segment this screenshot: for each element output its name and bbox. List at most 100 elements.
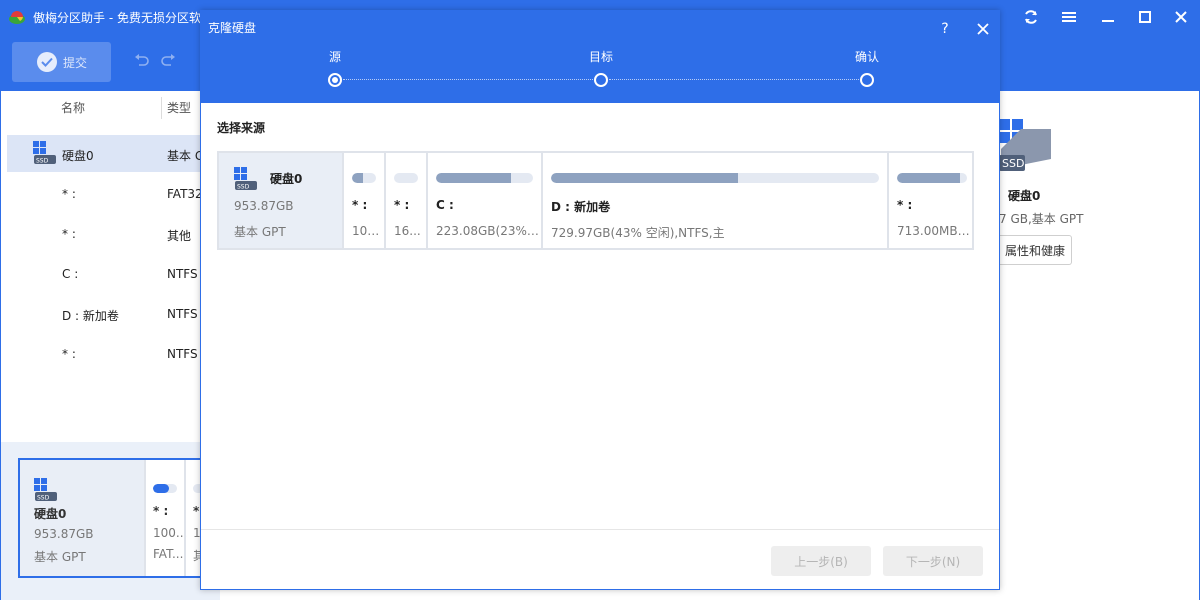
row-type: FAT32 bbox=[167, 187, 203, 201]
row-name: * : bbox=[62, 227, 76, 241]
partition-detail: 729.97GB(43% 空闲),NTFS,主 bbox=[551, 226, 725, 240]
svg-text:SSD: SSD bbox=[37, 495, 50, 502]
step-indicator-source bbox=[328, 73, 342, 87]
check-icon bbox=[37, 52, 57, 72]
disk-name: 硬盘0 bbox=[1008, 189, 1041, 203]
menu-icon[interactable] bbox=[1056, 6, 1082, 28]
partition-label: C : bbox=[436, 198, 454, 212]
partition-label: D : 新加卷 bbox=[551, 200, 611, 214]
partition-label: * : bbox=[153, 504, 169, 518]
partition-usage-fill bbox=[897, 173, 960, 183]
partition-usage-bar bbox=[897, 173, 967, 183]
disk-type: 基本 GPT bbox=[234, 225, 286, 239]
row-name: D : 新加卷 bbox=[62, 309, 119, 323]
redo-icon[interactable] bbox=[160, 53, 176, 71]
partition-usage-bar bbox=[352, 173, 376, 183]
disk-map-panel: SSD 硬盘0 953.87GB 基本 GPT * : 100... FAT..… bbox=[0, 442, 220, 600]
row-type: 其他 bbox=[167, 229, 192, 243]
partition-usage-bar bbox=[394, 173, 418, 183]
row-type: NTFS bbox=[167, 267, 198, 281]
partition-usage-fill bbox=[551, 173, 738, 183]
next-button[interactable]: 下一步(N) bbox=[883, 546, 983, 576]
help-icon[interactable]: ? bbox=[934, 18, 956, 40]
row-type: NTFS bbox=[167, 347, 198, 361]
properties-health-button[interactable]: 属性和健康 bbox=[999, 235, 1072, 265]
row-name: * : bbox=[62, 187, 76, 201]
step-label-target: 目标 bbox=[588, 50, 614, 64]
partition-usage-fill bbox=[352, 173, 363, 183]
source-disk-row[interactable]: SSD 硬盘0 953.87GB 基本 GPT * : 100... * : 1… bbox=[217, 151, 974, 250]
commit-label: 提交 bbox=[63, 55, 88, 70]
step-indicator-target bbox=[594, 73, 608, 87]
partition-block[interactable]: * : 100... FAT... bbox=[144, 460, 188, 576]
partition-block[interactable]: * : 713.00MB(... bbox=[887, 153, 972, 248]
partition-usage-fill bbox=[153, 484, 169, 493]
commit-button[interactable]: 提交 bbox=[12, 42, 111, 82]
ssd-disk-icon: SSD bbox=[34, 478, 58, 505]
partition-block[interactable]: C : 223.08GB(23% ... bbox=[426, 153, 541, 248]
minimize-icon[interactable] bbox=[1095, 6, 1121, 28]
dialog-footer: 上一步(B) 下一步(N) bbox=[201, 529, 999, 589]
partition-label: * : bbox=[352, 198, 368, 212]
partition-usage-bar bbox=[436, 173, 533, 183]
undo-icon[interactable] bbox=[134, 53, 150, 71]
disk-properties-panel: SSD 硬盘0 7 GB,基本 GPT 属性和健康 bbox=[999, 91, 1200, 600]
properties-health-label: 属性和健康 bbox=[1005, 243, 1066, 258]
table-row[interactable]: * : 其他 bbox=[1, 214, 221, 254]
clone-disk-dialog: 克隆硬盘 ? 源 目标 确认 选择来源 SSD 硬盘0 953.87GB 基本 … bbox=[200, 10, 1000, 590]
partition-usage-bar bbox=[153, 484, 177, 493]
partition-block[interactable]: D : 新加卷 729.97GB(43% 空闲),NTFS,主 bbox=[541, 153, 887, 248]
dialog-header: 克隆硬盘 ? 源 目标 确认 bbox=[201, 11, 999, 103]
row-name: 硬盘0 bbox=[62, 149, 94, 163]
back-button[interactable]: 上一步(B) bbox=[771, 546, 871, 576]
disk-name: 硬盘0 bbox=[34, 507, 67, 521]
close-app-icon[interactable] bbox=[1168, 6, 1194, 28]
table-row[interactable]: 硬盘0 基本 GPT bbox=[1, 134, 221, 174]
partition-fs: FAT... bbox=[153, 547, 184, 561]
partition-detail: 16... bbox=[394, 224, 421, 238]
disk-summary: 7 GB,基本 GPT bbox=[999, 212, 1084, 226]
disk-size: 953.87GB bbox=[234, 199, 294, 213]
table-row[interactable]: D : 新加卷 NTFS bbox=[1, 294, 221, 334]
partition-usage-bar bbox=[551, 173, 879, 183]
partition-detail: 100... bbox=[352, 224, 384, 238]
partition-label: * bbox=[193, 504, 200, 518]
partition-detail: 100... bbox=[153, 526, 188, 540]
close-dialog-icon[interactable] bbox=[972, 18, 994, 40]
disk-type: 基本 GPT bbox=[34, 550, 86, 564]
table-row[interactable]: * : NTFS bbox=[1, 334, 221, 374]
disk-size: 953.87GB bbox=[34, 527, 94, 541]
row-name: C : bbox=[62, 267, 79, 281]
disk-list: 名称 类型 SSD 硬盘0 基本 GPT * : FAT32 * : 其他 C … bbox=[0, 91, 220, 442]
partition-block[interactable]: * : 16... bbox=[384, 153, 426, 248]
svg-text:SSD: SSD bbox=[237, 184, 250, 191]
row-type: NTFS bbox=[167, 307, 198, 321]
row-name: * : bbox=[62, 347, 76, 361]
disk-map-card[interactable]: SSD 硬盘0 953.87GB 基本 GPT * : 100... FAT..… bbox=[18, 458, 208, 578]
disk-name: 硬盘0 bbox=[270, 172, 303, 186]
step-label-confirm: 确认 bbox=[854, 50, 880, 64]
svg-text:SSD: SSD bbox=[1002, 157, 1024, 170]
column-header-name[interactable]: 名称 bbox=[61, 99, 85, 116]
step-connector bbox=[343, 79, 593, 80]
step-label-source: 源 bbox=[328, 50, 342, 64]
step-connector bbox=[609, 79, 859, 80]
section-title: 选择来源 bbox=[217, 121, 266, 135]
refresh-icon[interactable] bbox=[1018, 6, 1044, 28]
ssd-disk-large-icon: SSD bbox=[999, 119, 1053, 178]
table-row[interactable]: * : FAT32 bbox=[1, 174, 221, 214]
partition-label: * : bbox=[897, 198, 913, 212]
partition-label: * : bbox=[394, 198, 410, 212]
table-row[interactable]: C : NTFS bbox=[1, 254, 221, 294]
partition-block[interactable]: * : 100... bbox=[342, 153, 384, 248]
column-header-type[interactable]: 类型 bbox=[167, 99, 191, 116]
step-indicator-confirm bbox=[860, 73, 874, 87]
partition-detail: 223.08GB(23% ... bbox=[436, 224, 539, 238]
dialog-title: 克隆硬盘 bbox=[208, 21, 257, 35]
column-divider bbox=[161, 97, 162, 119]
partition-usage-fill bbox=[436, 173, 511, 183]
partition-detail: 713.00MB(... bbox=[897, 224, 972, 238]
disk-map-info: SSD 硬盘0 953.87GB 基本 GPT bbox=[20, 460, 144, 576]
app-title: 傲梅分区助手 - 免费无损分区软件 bbox=[33, 11, 213, 25]
maximize-icon[interactable] bbox=[1132, 6, 1158, 28]
